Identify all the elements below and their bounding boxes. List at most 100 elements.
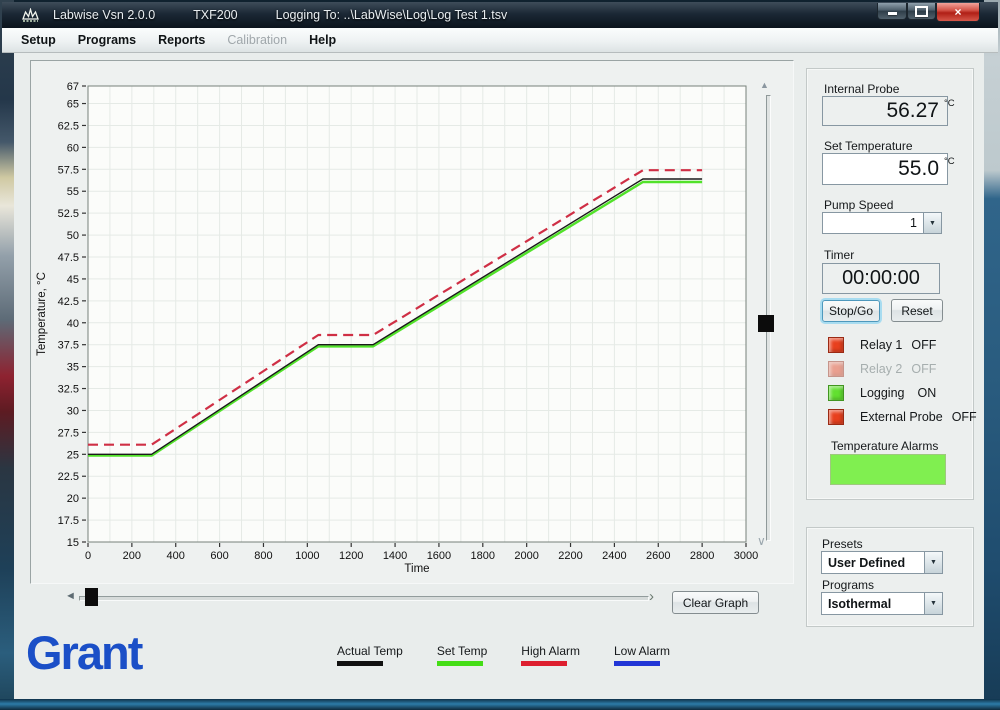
svg-text:57.5: 57.5 <box>58 164 79 176</box>
svg-text:1400: 1400 <box>383 550 407 562</box>
svg-text:65: 65 <box>67 99 79 111</box>
h-slider-thumb[interactable] <box>85 588 98 606</box>
svg-text:62.5: 62.5 <box>58 120 79 132</box>
programs-select[interactable]: Isothermal ▼ <box>821 592 943 615</box>
maximize-icon <box>915 6 928 17</box>
svg-text:2000: 2000 <box>514 550 538 562</box>
svg-text:15: 15 <box>67 537 79 549</box>
stop-go-button[interactable]: Stop/Go <box>822 300 880 322</box>
logging-indicator: Logging ON <box>828 385 936 401</box>
menu-item-setup[interactable]: Setup <box>10 30 67 50</box>
clear-graph-button[interactable]: Clear Graph <box>672 591 759 614</box>
window-border-right <box>984 0 1000 710</box>
legend-item-high-alarm: High Alarm <box>521 644 580 666</box>
menu-item-programs[interactable]: Programs <box>67 30 147 50</box>
v-slider-up-icon[interactable]: ▲ <box>760 81 769 90</box>
window-border-left <box>0 0 14 710</box>
svg-text:17.5: 17.5 <box>58 515 79 527</box>
svg-text:20: 20 <box>67 493 79 505</box>
svg-text:45: 45 <box>67 274 79 286</box>
chevron-down-icon: ▼ <box>930 559 937 566</box>
svg-text:50: 50 <box>67 230 79 242</box>
legend-item-low-alarm: Low Alarm <box>614 644 670 666</box>
internal-probe-value: 56.27 <box>822 96 948 126</box>
set-temperature-unit: °C <box>944 156 955 167</box>
menu-item-reports[interactable]: Reports <box>147 30 216 50</box>
app-window: Labwise Vsn 2.0.0 TXF200 Logging To: ..\… <box>0 0 1000 710</box>
high-alarm-swatch <box>521 661 567 666</box>
caption-buttons: × <box>877 2 998 28</box>
pump-speed-dropdown-button[interactable]: ▼ <box>923 213 941 233</box>
v-slider-down-icon[interactable]: ∨ <box>757 537 766 546</box>
svg-text:2400: 2400 <box>602 550 626 562</box>
svg-text:800: 800 <box>254 550 272 562</box>
pump-speed-value: 1 <box>823 216 923 230</box>
grant-logo: Grant <box>26 629 141 676</box>
reset-button[interactable]: Reset <box>891 299 943 322</box>
programs-dropdown-button[interactable]: ▼ <box>924 593 942 614</box>
legend-label: Set Temp <box>437 644 487 658</box>
svg-text:1200: 1200 <box>339 550 363 562</box>
chevron-down-icon: ▼ <box>929 220 936 227</box>
svg-text:2200: 2200 <box>558 550 582 562</box>
v-slider-thumb[interactable] <box>758 315 774 332</box>
svg-text:2800: 2800 <box>690 550 714 562</box>
title-logging-path: Logging To: ..\LabWise\Log\Log Test 1.ts… <box>276 8 508 22</box>
window-border-bottom <box>0 699 1000 710</box>
programs-label: Programs <box>822 578 874 592</box>
svg-text:60: 60 <box>67 142 79 154</box>
legend-item-set-temp: Set Temp <box>437 644 487 666</box>
logging-label: Logging <box>860 386 905 400</box>
timer-label: Timer <box>824 248 854 262</box>
svg-text:42.5: 42.5 <box>58 296 79 308</box>
relay-1-led-icon <box>828 337 844 353</box>
programs-value: Isothermal <box>822 597 924 611</box>
svg-text:3000: 3000 <box>734 550 758 562</box>
menu-item-help[interactable]: Help <box>298 30 347 50</box>
minimize-button[interactable] <box>877 3 907 20</box>
legend-label: High Alarm <box>521 644 580 658</box>
legend-label: Actual Temp <box>337 644 403 658</box>
title-app-name: Labwise Vsn 2.0.0 <box>53 8 155 22</box>
internal-probe-unit: °C <box>944 98 955 109</box>
h-slider-right-icon[interactable]: › <box>649 588 654 605</box>
pump-speed-label: Pump Speed <box>824 198 893 212</box>
svg-text:32.5: 32.5 <box>58 384 79 396</box>
chart-panel: 1517.52022.52527.53032.53537.54042.54547… <box>30 60 794 584</box>
close-button[interactable]: × <box>936 3 980 22</box>
legend-item-actual-temp: Actual Temp <box>337 644 403 666</box>
relay-1-state: OFF <box>911 338 936 352</box>
relay-2-led-icon <box>828 361 844 377</box>
menu-item-calibration: Calibration <box>216 30 298 50</box>
svg-text:600: 600 <box>210 550 228 562</box>
logging-state: ON <box>918 386 937 400</box>
svg-text:22.5: 22.5 <box>58 471 79 483</box>
svg-text:200: 200 <box>123 550 141 562</box>
presets-dropdown-button[interactable]: ▼ <box>924 552 942 573</box>
maximize-button[interactable] <box>907 3 936 20</box>
titlebar[interactable]: Labwise Vsn 2.0.0 TXF200 Logging To: ..\… <box>2 2 998 28</box>
svg-text:30: 30 <box>67 405 79 417</box>
svg-text:2600: 2600 <box>646 550 670 562</box>
presets-value: User Defined <box>822 556 924 570</box>
h-slider-left-icon[interactable]: ◄ <box>65 590 76 602</box>
temperature-alarms-status <box>830 454 946 485</box>
title-device-name: TXF200 <box>193 8 237 22</box>
svg-text:35: 35 <box>67 362 79 374</box>
svg-text:40: 40 <box>67 318 79 330</box>
pump-speed-select[interactable]: 1 ▼ <box>822 212 942 234</box>
svg-text:67: 67 <box>67 81 79 93</box>
low-alarm-swatch <box>614 661 660 666</box>
svg-text:Temperature, °C: Temperature, °C <box>36 272 48 356</box>
presets-select[interactable]: User Defined ▼ <box>821 551 943 574</box>
external-probe-led-icon <box>828 409 844 425</box>
relay-2-label: Relay 2 <box>860 362 902 376</box>
set-temperature-input[interactable]: 55.0 <box>822 153 948 185</box>
svg-text:52.5: 52.5 <box>58 208 79 220</box>
actual-temp-swatch <box>337 661 383 666</box>
internal-probe-label: Internal Probe <box>824 82 899 96</box>
h-slider-track[interactable] <box>79 596 649 601</box>
relay-2-state: OFF <box>911 362 936 376</box>
app-icon <box>22 8 39 22</box>
menubar: Setup Programs Reports Calibration Help <box>2 28 998 53</box>
